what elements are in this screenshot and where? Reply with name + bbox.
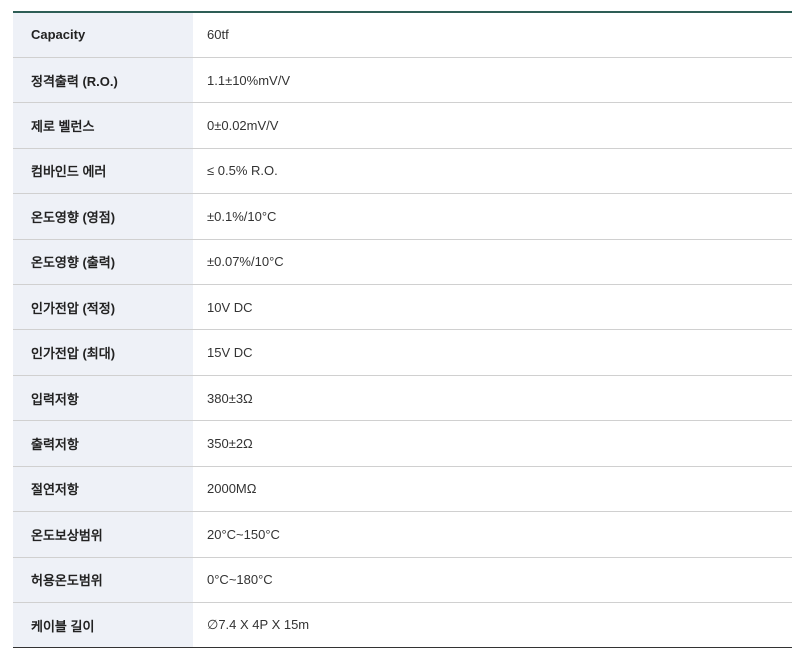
spec-label: 제로 벨런스 [13, 102, 193, 149]
spec-label: Capacity [13, 12, 193, 58]
spec-label: 인가전압 (적정) [13, 284, 193, 331]
spec-label: 정격출력 (R.O.) [13, 57, 193, 104]
spec-row-combined-error: 컴바인드 에러 ≤ 0.5% R.O. [13, 148, 792, 195]
spec-label: 컴바인드 에러 [13, 148, 193, 195]
spec-value: ±0.1%/10°C [193, 193, 792, 240]
spec-label: 절연저항 [13, 466, 193, 513]
spec-value: 380±3Ω [193, 375, 792, 422]
spec-row-excitation-recommended: 인가전압 (적정) 10V DC [13, 284, 792, 331]
spec-value: 20°C~150°C [193, 511, 792, 558]
spec-row-input-resistance: 입력저항 380±3Ω [13, 375, 792, 422]
spec-row-insulation-resistance: 절연저항 2000MΩ [13, 466, 792, 513]
spec-value: ±0.07%/10°C [193, 239, 792, 286]
spec-value: ∅7.4 X 4P X 15m [193, 602, 792, 649]
spec-label: 인가전압 (최대) [13, 329, 193, 376]
spec-value: 350±2Ω [193, 420, 792, 467]
spec-row-temp-effect-output: 온도영향 (출력) ±0.07%/10°C [13, 239, 792, 286]
spec-value: 0±0.02mV/V [193, 102, 792, 149]
spec-label: 입력저항 [13, 375, 193, 422]
spec-row-cable-length: 케이블 길이 ∅7.4 X 4P X 15m [13, 602, 792, 649]
spec-row-output-resistance: 출력저항 350±2Ω [13, 420, 792, 467]
spec-value: 1.1±10%mV/V [193, 57, 792, 104]
spec-row-safe-temp-range: 허용온도범위 0°C~180°C [13, 557, 792, 603]
spec-row-rated-output: 정격출력 (R.O.) 1.1±10%mV/V [13, 57, 792, 104]
spec-value: 15V DC [193, 329, 792, 376]
spec-row-temp-effect-zero: 온도영향 (영점) ±0.1%/10°C [13, 193, 792, 240]
spec-label: 온도영향 (영점) [13, 193, 193, 240]
spec-label: 온도영향 (출력) [13, 239, 193, 286]
spec-value: 60tf [193, 12, 792, 58]
spec-table: Capacity 60tf 정격출력 (R.O.) 1.1±10%mV/V 제로… [13, 11, 792, 649]
spec-value: ≤ 0.5% R.O. [193, 148, 792, 195]
spec-row-capacity: Capacity 60tf [13, 12, 792, 58]
spec-row-excitation-max: 인가전압 (최대) 15V DC [13, 329, 792, 376]
spec-value: 10V DC [193, 284, 792, 331]
spec-label: 온도보상범위 [13, 511, 193, 558]
spec-row-compensated-temp-range: 온도보상범위 20°C~150°C [13, 511, 792, 558]
spec-value: 0°C~180°C [193, 557, 792, 603]
spec-value: 2000MΩ [193, 466, 792, 513]
spec-label: 케이블 길이 [13, 602, 193, 649]
spec-label: 출력저항 [13, 420, 193, 467]
spec-label: 허용온도범위 [13, 557, 193, 603]
spec-row-zero-balance: 제로 벨런스 0±0.02mV/V [13, 102, 792, 149]
